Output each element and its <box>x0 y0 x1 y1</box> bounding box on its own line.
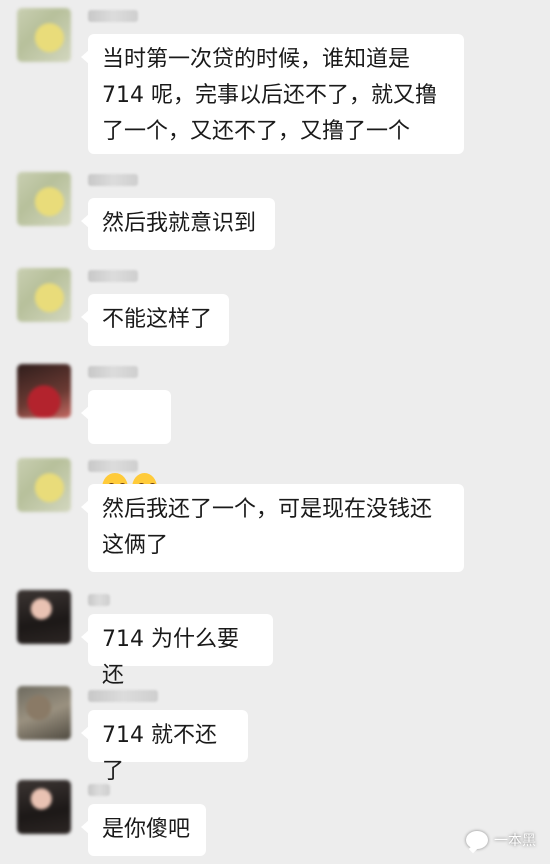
blurred-sender-name <box>88 174 138 186</box>
chat-bubble-icon <box>466 831 488 849</box>
watermark: 一本黑 <box>466 830 536 850</box>
message-bubble: 当时第一次贷的时候，谁知道是 714 呢，完事以后还不了，就又撸 了一个，又还不… <box>81 34 464 154</box>
blurred-sender-name <box>88 784 110 796</box>
blurred-avatar[interactable] <box>17 268 71 322</box>
message-bubble: 不能这样了 <box>81 294 229 346</box>
blurred-avatar[interactable] <box>17 8 71 62</box>
blurred-sender-name <box>88 270 138 282</box>
blurred-avatar[interactable] <box>17 172 71 226</box>
blurred-avatar[interactable] <box>17 364 71 418</box>
message-bubble: 714 为什么要还 <box>81 614 273 688</box>
blurred-avatar[interactable] <box>17 686 71 740</box>
message-bubble: 然后我就意识到 <box>81 198 275 250</box>
blurred-sender-name <box>88 10 138 22</box>
message-bubble: 然后我还了一个，可是现在没钱还 这俩了 <box>81 484 464 572</box>
blurred-sender-name <box>88 460 138 472</box>
message-bubble: 714 就不还了 <box>81 710 248 784</box>
watermark-text: 一本黑 <box>494 833 536 849</box>
blurred-avatar[interactable] <box>17 458 71 512</box>
message-bubble: 是你傻吧 <box>81 804 206 856</box>
blurred-sender-name <box>88 366 138 378</box>
blurred-avatar[interactable] <box>17 780 71 834</box>
message-bubble <box>81 390 171 503</box>
blurred-avatar[interactable] <box>17 590 71 644</box>
blurred-sender-name <box>88 594 110 606</box>
blurred-sender-name <box>88 690 158 702</box>
